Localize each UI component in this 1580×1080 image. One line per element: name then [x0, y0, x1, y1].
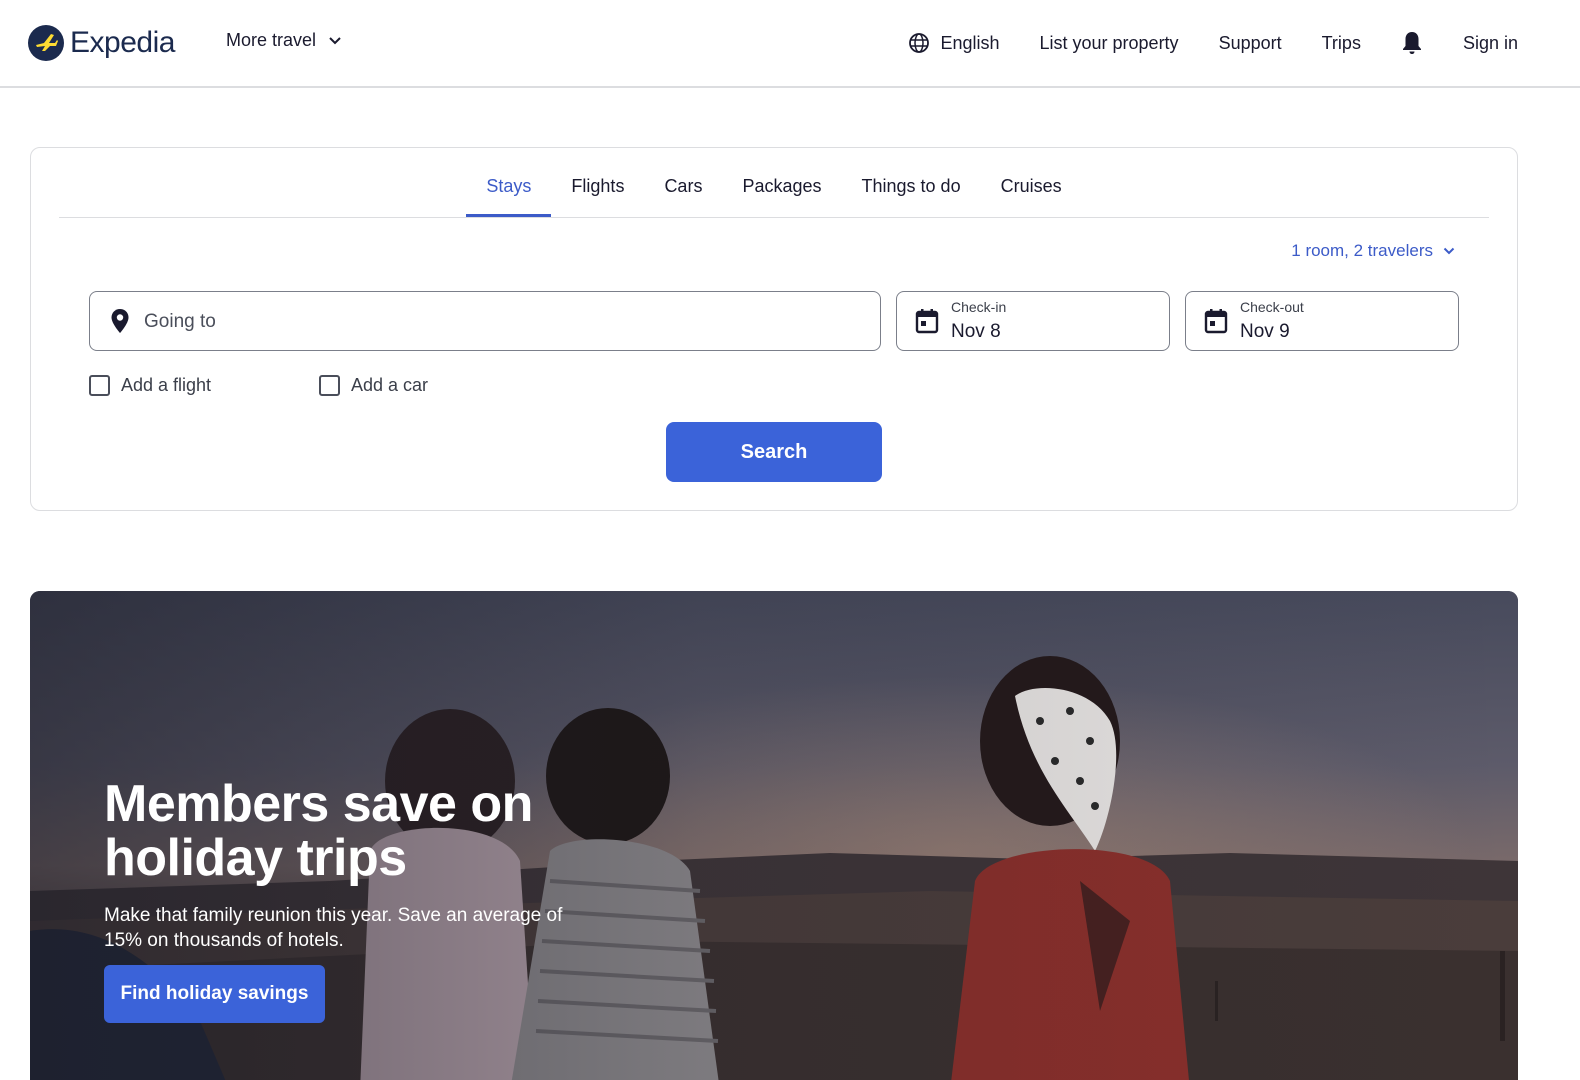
find-holiday-savings-button[interactable]: Find holiday savings [104, 965, 325, 1023]
check-in-field[interactable]: Check-in Nov 8 [896, 291, 1170, 351]
hero-banner: Members save on holiday trips Make that … [30, 591, 1518, 1080]
chevron-down-icon [1443, 247, 1455, 255]
search-button[interactable]: Search [666, 422, 882, 482]
more-travel-menu[interactable]: More travel [226, 30, 342, 51]
expedia-logo[interactable]: Expedia [28, 24, 175, 62]
tab-stays[interactable]: Stays [466, 147, 552, 217]
language-label: English [940, 32, 1000, 53]
brand-name: Expedia [70, 26, 175, 59]
add-flight-checkbox[interactable]: Add a flight [89, 375, 211, 396]
add-flight-label: Add a flight [121, 375, 212, 395]
search-tabs: Stays Flights Cars Packages Things to do… [59, 148, 1489, 218]
checkbox-box[interactable] [319, 375, 340, 396]
chevron-down-icon [329, 36, 341, 44]
check-out-field[interactable]: Check-out Nov 9 [1185, 291, 1459, 351]
tab-cars[interactable]: Cars [644, 147, 722, 217]
destination-input[interactable]: Going to [89, 291, 881, 351]
add-car-label: Add a car [351, 375, 429, 395]
hero-subtitle: Make that family reunion this year. Save… [104, 905, 563, 951]
more-travel-label: More travel [226, 30, 317, 50]
list-your-property-link[interactable]: List your property [1040, 28, 1179, 58]
tab-flights[interactable]: Flights [551, 147, 644, 217]
language-selector[interactable]: English [908, 28, 1000, 58]
destination-placeholder: Going to [144, 311, 216, 332]
expedia-logo-icon [28, 25, 64, 61]
tab-cruises[interactable]: Cruises [981, 147, 1082, 217]
calendar-icon [915, 309, 939, 334]
check-out-value: Nov 9 [1240, 321, 1290, 342]
check-out-label: Check-out [1240, 299, 1304, 315]
calendar-icon [1204, 309, 1228, 334]
travelers-selector[interactable]: 1 room, 2 travelers [1291, 241, 1455, 261]
add-car-checkbox[interactable]: Add a car [319, 375, 428, 396]
hero-title: Members save on holiday trips [104, 775, 533, 887]
check-in-value: Nov 8 [951, 321, 1001, 342]
trips-link[interactable]: Trips [1322, 28, 1361, 58]
top-header: Expedia More travel English List your pr… [0, 0, 1580, 88]
header-nav: English List your property Support Trips… [908, 28, 1518, 58]
support-link[interactable]: Support [1219, 28, 1282, 58]
travelers-label: 1 room, 2 travelers [1291, 241, 1433, 260]
tab-packages[interactable]: Packages [722, 147, 841, 217]
globe-icon [909, 33, 930, 53]
tab-things-to-do[interactable]: Things to do [842, 147, 981, 217]
check-in-label: Check-in [951, 299, 1007, 315]
map-pin-icon [111, 309, 129, 333]
sign-in-link[interactable]: Sign in [1463, 28, 1518, 58]
search-panel: Stays Flights Cars Packages Things to do… [30, 147, 1518, 511]
bell-icon [1402, 32, 1421, 54]
checkbox-box[interactable] [89, 375, 110, 396]
notifications-button[interactable] [1401, 28, 1423, 58]
